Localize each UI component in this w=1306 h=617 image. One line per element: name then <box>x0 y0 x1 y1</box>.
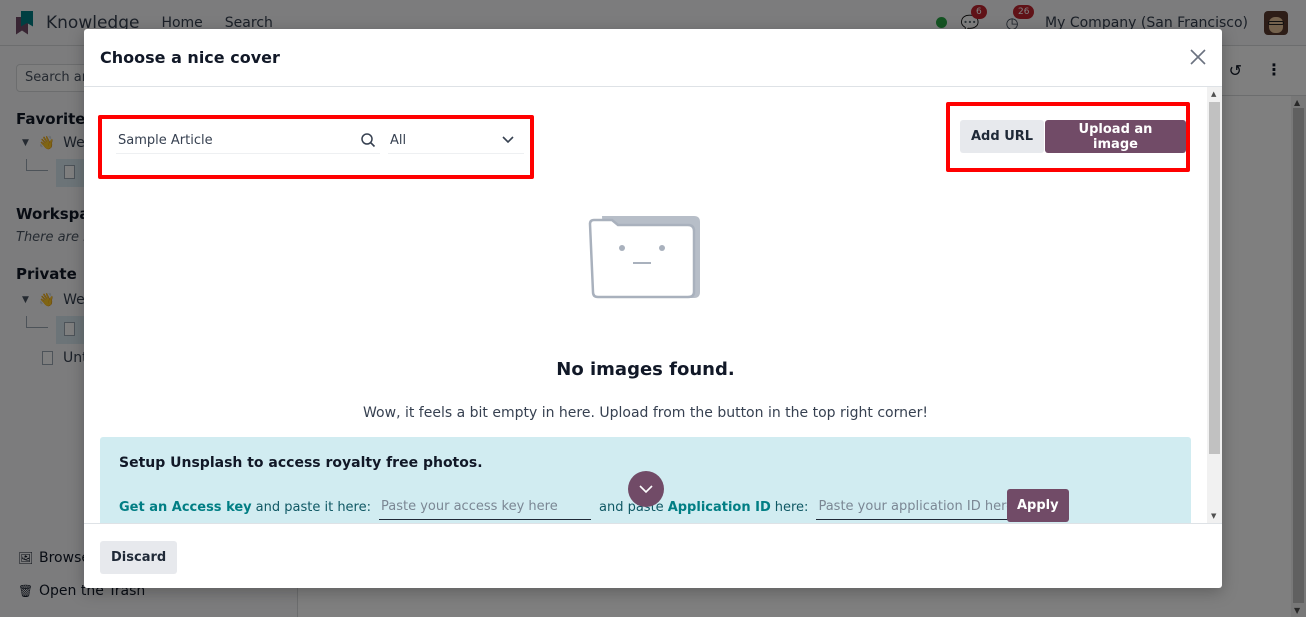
add-url-button[interactable]: Add URL <box>960 120 1045 153</box>
close-icon <box>1190 49 1206 65</box>
get-access-key-link[interactable]: Get an Access key <box>119 500 252 515</box>
modal-title: Choose a nice cover <box>100 48 280 67</box>
discard-button[interactable]: Discard <box>100 541 178 574</box>
image-search-input[interactable] <box>116 128 380 154</box>
search-highlight-box: All <box>98 115 534 179</box>
unsplash-credentials-row: Get an Access key and paste it here: and… <box>119 494 1036 520</box>
chevron-down-icon <box>502 136 514 144</box>
modal-header: Choose a nice cover <box>84 29 1222 87</box>
modal-scrollbar-thumb[interactable] <box>1209 102 1220 454</box>
empty-state-subtitle: Wow, it feels a bit empty in here. Uploa… <box>363 405 928 421</box>
filter-selected-value: All <box>390 133 407 148</box>
apply-button[interactable]: Apply <box>1007 489 1069 522</box>
modal-footer: Discard <box>84 523 1222 588</box>
app-id-label-suffix: here: <box>774 499 809 515</box>
scroll-down-button[interactable] <box>628 471 664 507</box>
modal-body: All Add URL Upload an image No images fo… <box>84 87 1222 523</box>
access-key-input[interactable] <box>379 494 591 520</box>
application-id-input[interactable] <box>816 494 1029 520</box>
modal-scrollbar[interactable]: ▲ ▼ <box>1207 87 1222 523</box>
image-filter-select[interactable]: All <box>388 128 524 154</box>
upload-actions-highlight-box: Add URL Upload an image <box>946 102 1190 172</box>
unsplash-title: Setup Unsplash to access royalty free ph… <box>119 455 483 471</box>
search-icon[interactable] <box>360 132 376 148</box>
chevron-down-icon <box>639 484 653 493</box>
application-id-link[interactable]: Application ID <box>668 500 771 515</box>
close-button[interactable] <box>1186 45 1210 69</box>
scroll-down-arrow-icon[interactable]: ▼ <box>1211 512 1216 520</box>
empty-state-title: No images found. <box>556 359 735 380</box>
access-key-label: and paste it here: <box>255 499 371 515</box>
upload-image-button[interactable]: Upload an image <box>1045 120 1186 153</box>
scroll-up-arrow-icon[interactable]: ▲ <box>1211 90 1216 98</box>
cover-selector-dialog: Choose a nice cover All Add URL Upload a… <box>84 29 1222 588</box>
empty-folder-icon <box>588 216 700 299</box>
